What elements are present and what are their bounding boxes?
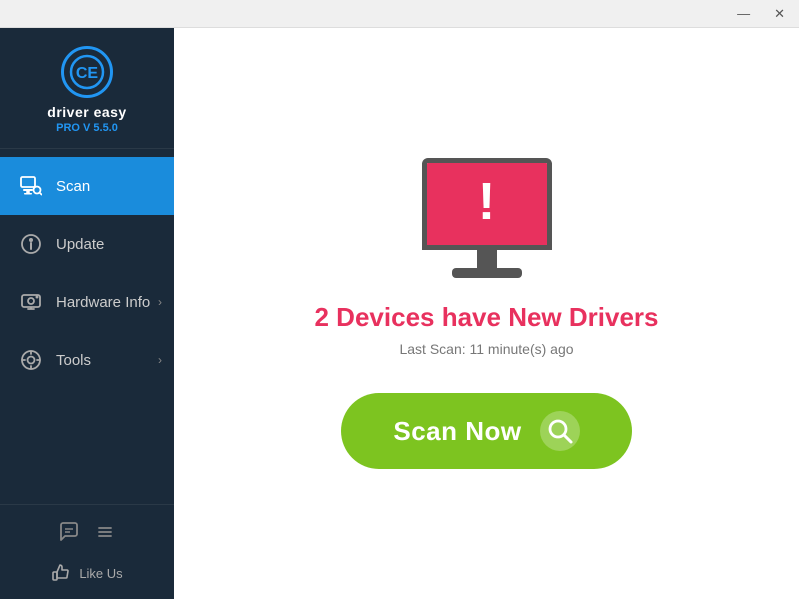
monitor: ! [422,158,552,278]
sidebar-item-tools[interactable]: Tools › [0,331,174,389]
monitor-screen: ! [422,158,552,250]
sidebar-logo: CE driver easy PRO V 5.5.0 [0,28,174,149]
update-icon [18,231,44,257]
sidebar: CE driver easy PRO V 5.5.0 [0,28,174,599]
tools-chevron: › [158,353,162,367]
like-us-item[interactable]: Like Us [51,563,122,583]
tools-icon [18,347,44,373]
update-label: Update [56,236,104,253]
monitor-neck [477,250,497,268]
chat-icon[interactable] [58,521,80,549]
sidebar-item-scan[interactable]: Scan [0,157,174,215]
hardware-info-icon [18,289,44,315]
sidebar-nav: Scan Update [0,149,174,504]
minimize-button[interactable]: — [731,4,756,23]
list-icon[interactable] [94,521,116,549]
hardware-info-chevron: › [158,295,162,309]
monitor-base [452,268,522,278]
scan-now-button[interactable]: Scan Now [341,393,631,469]
app-window: — ✕ CE driver easy PRO V 5.5.0 [0,0,799,599]
main-content: ! 2 Devices have New Drivers Last Scan: … [174,28,799,599]
tools-label: Tools [56,352,91,369]
monitor-illustration: ! [422,158,552,278]
footer-icons [58,517,116,553]
hardware-info-label: Hardware Info [56,294,150,311]
subtitle: Last Scan: 11 minute(s) ago [399,341,573,357]
svg-text:CE: CE [76,65,99,82]
thumbs-up-icon [51,563,71,583]
scan-icon [18,173,44,199]
scan-btn-search-icon [540,411,580,451]
brand-version: PRO V 5.5.0 [56,122,118,134]
scan-btn-label: Scan Now [393,416,521,447]
exclamation-mark: ! [478,176,495,228]
sidebar-item-update[interactable]: Update [0,215,174,273]
scan-label: Scan [56,178,90,195]
like-us-label: Like Us [79,566,122,581]
logo-svg: CE [69,54,105,90]
monitor-screen-inner: ! [427,163,547,245]
main-layout: CE driver easy PRO V 5.5.0 [0,28,799,599]
brand-name: driver easy [47,104,126,120]
title-bar: — ✕ [0,0,799,28]
sidebar-footer: Like Us [0,504,174,599]
logo-icon: CE [61,46,113,98]
close-button[interactable]: ✕ [768,4,791,24]
headline: 2 Devices have New Drivers [315,302,659,333]
sidebar-item-hardware-info[interactable]: Hardware Info › [0,273,174,331]
